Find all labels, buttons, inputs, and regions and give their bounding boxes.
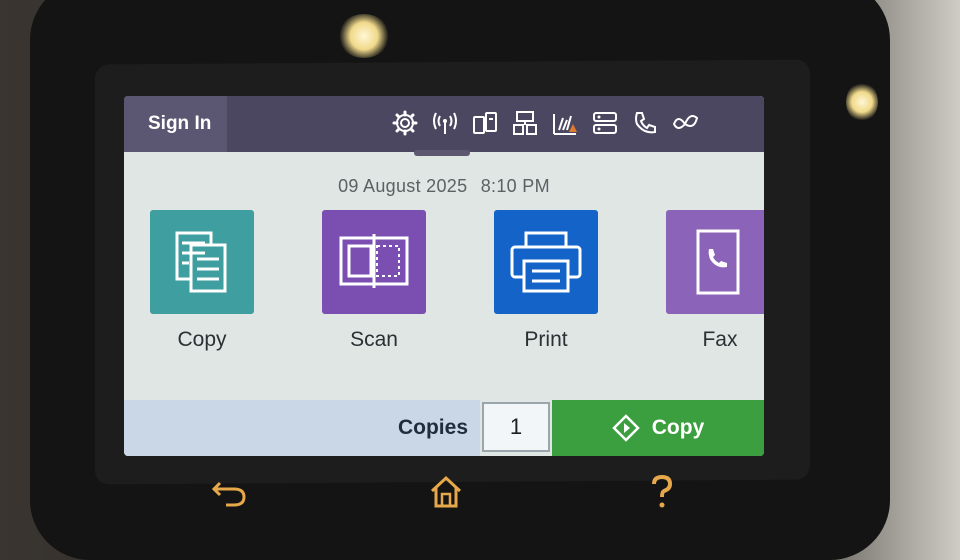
ink-warning-icon xyxy=(569,124,577,132)
fax-app-label: Fax xyxy=(702,328,738,351)
copy-app-label: Copy xyxy=(177,328,227,351)
control-panel-screen: Sign In 09 August 2025 8:10 PM Copy Scan… xyxy=(124,96,764,456)
ceiling-light-reflection xyxy=(846,82,878,122)
wifi-direct-icon[interactable] xyxy=(472,110,498,136)
gear-icon[interactable] xyxy=(392,110,418,136)
fax-app-tile[interactable] xyxy=(666,210,764,314)
print-app-tile[interactable] xyxy=(494,210,598,314)
eco-icon[interactable] xyxy=(672,110,698,136)
copy-app-tile[interactable] xyxy=(150,210,254,314)
back-button[interactable] xyxy=(210,472,250,512)
start-copy-button[interactable]: Copy xyxy=(552,400,764,456)
scan-icon xyxy=(339,234,409,288)
date-text: 09 August 2025 xyxy=(338,176,468,196)
eprint-icon[interactable] xyxy=(592,110,618,136)
help-icon xyxy=(652,474,673,508)
start-diamond-icon xyxy=(611,414,640,442)
fax-status-icon[interactable] xyxy=(632,110,658,136)
scan-app-tile[interactable] xyxy=(322,210,426,314)
start-copy-label: Copy xyxy=(651,416,705,439)
bottom-bar: Copies 1 Copy xyxy=(124,400,764,456)
wireless-icon[interactable] xyxy=(432,110,458,136)
help-button[interactable] xyxy=(642,472,682,512)
network-icon[interactable] xyxy=(512,110,538,136)
time-text: 8:10 PM xyxy=(480,176,550,196)
swipe-down-handle[interactable] xyxy=(414,150,470,156)
scan-app-label: Scan xyxy=(350,328,398,351)
home-icon xyxy=(430,475,462,508)
print-icon xyxy=(510,231,582,293)
status-icons xyxy=(392,110,698,136)
date-time-display: 09 August 2025 8:10 PM xyxy=(124,176,764,197)
ceiling-light-reflection xyxy=(338,14,390,58)
sign-in-label: Sign In xyxy=(148,113,212,134)
back-icon xyxy=(212,481,246,507)
sign-in-button[interactable]: Sign In xyxy=(124,96,228,152)
copies-count-value: 1 xyxy=(509,414,523,439)
copies-area: Copies xyxy=(124,400,480,456)
status-bar: Sign In xyxy=(124,96,764,152)
copies-label: Copies xyxy=(397,416,468,439)
copies-count-field[interactable]: 1 xyxy=(482,402,550,452)
home-button[interactable] xyxy=(426,472,466,512)
ink-levels-icon[interactable] xyxy=(552,110,578,136)
print-app-label: Print xyxy=(524,328,568,351)
fax-icon xyxy=(696,229,740,295)
copy-icon xyxy=(175,231,227,293)
